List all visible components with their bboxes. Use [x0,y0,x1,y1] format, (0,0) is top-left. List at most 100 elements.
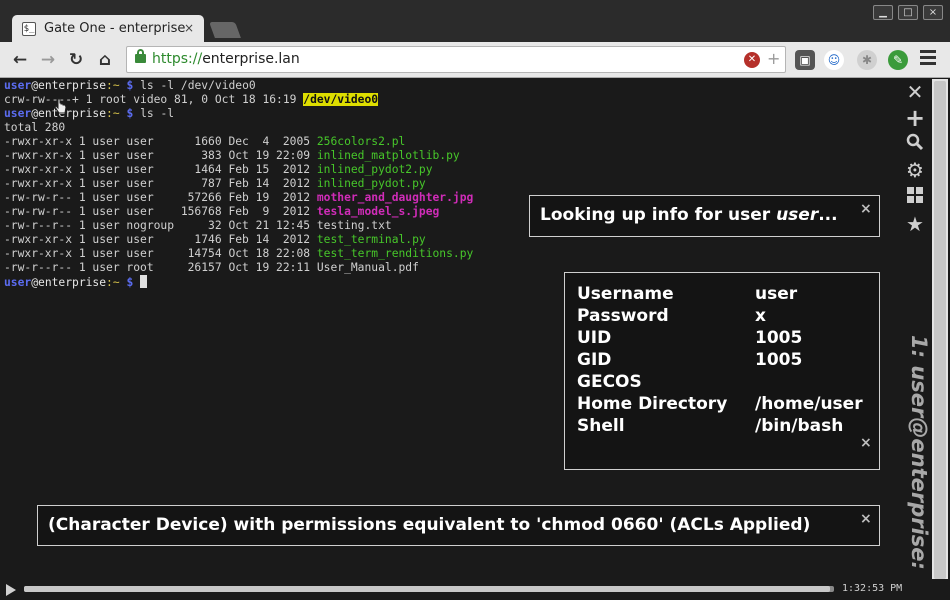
lock-icon [135,49,146,63]
bookmark-add-icon[interactable]: + [767,49,780,68]
grid-view-icon[interactable] [904,186,926,208]
terminal-prompt-line: user@enterprise:~ $ ls -l [4,107,900,121]
new-terminal-icon[interactable]: + [904,106,926,130]
url-scheme: https:// [152,51,203,67]
terminal-favicon-icon: $_ [22,21,36,36]
menu-icon[interactable] [920,50,936,68]
close-terminal-icon[interactable]: ✕ [904,81,926,103]
forward-arrow-icon[interactable]: → [36,48,60,72]
output-filename: test_term_renditions.py [316,247,474,260]
browser-titlebar: $_ Gate One - enterprise × ▁ □ × [0,0,950,42]
evernote-extension-icon[interactable]: ✎ [888,50,908,70]
output-filename: testing.txt [316,219,392,232]
close-icon[interactable]: × [860,435,872,451]
home-icon[interactable]: ⌂ [93,48,117,72]
terminal-output-line: -rwxr-xr-x 1 user user 383 Oct 19 22:09 … [4,149,900,163]
output-text: -rwxr-xr-x 1 user user 383 Oct 19 22:09 [4,149,317,162]
output-filename: test_terminal.py [316,233,426,246]
output-text: -rwxr-xr-x 1 user user 14754 Oct 18 22:0… [4,247,317,260]
scrollbar-thumb[interactable] [934,81,946,579]
prompt-host: @enterprise [31,79,107,92]
command-text: ls -l /dev/video0 [140,79,256,92]
output-filename: inlined_pydot.py [316,177,426,190]
terminal-output-line: -rwxr-xr-x 1 user user 14754 Oct 18 22:0… [4,247,900,261]
close-icon[interactable]: × [923,5,943,20]
command-text: ls -l [140,107,175,120]
output-text: crw-rw----+ 1 root video 81, 0 Oct 18 16… [4,93,304,106]
output-filename: /dev/video0 [303,93,379,106]
tab-title: Gate One - enterprise [44,21,186,36]
lookup-prefix: Looking up info for user [540,205,777,225]
prompt-symbol: $ [126,276,134,289]
close-icon[interactable]: × [860,511,872,527]
prompt-user: user [4,276,32,289]
address-bar[interactable]: https://enterprise.lan ✕ + [126,46,786,73]
url-host: enterprise.lan [202,51,300,67]
back-arrow-icon[interactable]: ← [8,48,32,72]
output-filename: User_Manual.pdf [316,261,419,274]
device-toast: (Character Device) with permissions equi… [37,505,880,546]
terminal-output-line: -rwxr-xr-x 1 user user 787 Feb 14 2012 i… [4,177,900,191]
output-text: -rw-rw-r-- 1 user user 156768 Feb 9 2012 [4,205,317,218]
prompt-host: @enterprise [31,276,107,289]
userinfo-value: 1005 [755,328,803,348]
minimize-icon[interactable]: ▁ [873,5,893,20]
terminal-output-line: crw-rw----+ 1 root video 81, 0 Oct 18 16… [4,93,900,107]
output-text: -rw-r--r-- 1 user root 26157 Oct 19 22:1… [4,261,317,274]
userinfo-value: user [755,284,798,304]
output-filename: mother_and_daughter.jpg [316,191,474,204]
output-filename: 256colors2.pl [316,135,406,148]
prompt-path: :~ [106,79,120,92]
play-icon[interactable] [6,584,16,596]
userinfo-key: GID [577,350,612,370]
userinfo-value: /bin/bash [755,416,844,436]
terminal-output-line: -rwxr-xr-x 1 user user 1464 Feb 15 2012 … [4,163,900,177]
maximize-icon[interactable]: □ [898,5,918,20]
lookup-username: user [776,205,819,225]
new-tab-button[interactable] [209,22,241,38]
mouse-pointer-hand-icon [54,98,67,114]
terminal-title-vertical: 1: user@enterprise: ~ [903,335,935,595]
prompt-user: user [4,107,32,120]
output-text: -rwxr-xr-x 1 user user 1746 Feb 14 2012 [4,233,317,246]
prompt-path: :~ [106,107,120,120]
userinfo-key: UID [577,328,612,348]
terminal-prompt-line: user@enterprise:~ $ ls -l /dev/video0 [4,79,900,93]
terminal-scrollbar[interactable] [932,79,948,584]
settings-gear-icon[interactable]: ⚙ [904,159,926,181]
url-text[interactable]: https://enterprise.lan [152,51,300,67]
userinfo-value: x [755,306,766,326]
playback-bar: 1:32:53 PM [0,579,950,600]
userinfo-key: GECOS [577,372,642,392]
playback-progress[interactable] [24,586,834,592]
output-text: total 280 [4,121,66,134]
output-text: -rw-r--r-- 1 user nogroup 32 Oct 21 12:4… [4,219,317,232]
reload-icon[interactable]: ↻ [64,48,88,72]
userinfo-value: /home/user [755,394,863,414]
userinfo-toast: × Username user Password x UID 1005 GID 1005 GEC… [564,272,880,470]
userinfo-key: Shell [577,416,625,436]
gear-extension-icon[interactable]: ✱ [857,50,877,70]
lookup-message: Looking up info for user user... [540,205,838,225]
prompt-symbol: $ [126,107,134,120]
stop-extension-icon[interactable]: ✕ [744,52,760,68]
bookmark-star-icon[interactable]: ★ [904,213,926,235]
userinfo-value: 1005 [755,350,803,370]
userinfo-key: Password [577,306,669,326]
prompt-symbol: $ [126,79,134,92]
search-icon[interactable] [904,133,926,155]
userinfo-key: Username [577,284,674,304]
tab-close-icon[interactable]: × [184,21,194,35]
userinfo-key: Home Directory [577,394,728,414]
device-message: (Character Device) with permissions equi… [48,515,811,535]
playback-progress-fill [24,586,830,592]
browser-tab[interactable]: $_ Gate One - enterprise × [12,15,204,42]
terminal-cursor [140,275,148,288]
chat-extension-icon[interactable]: ☺ [824,50,844,70]
terminal-title-text: 1: user@enterprise: ~ [907,335,931,595]
close-icon[interactable]: × [860,201,872,217]
extension-icon[interactable]: ▣ [795,50,815,70]
output-filename: inlined_matplotlib.py [316,149,460,162]
output-filename: tesla_model_s.jpeg [316,205,440,218]
output-text: -rwxr-xr-x 1 user user 1464 Feb 15 2012 [4,163,317,176]
